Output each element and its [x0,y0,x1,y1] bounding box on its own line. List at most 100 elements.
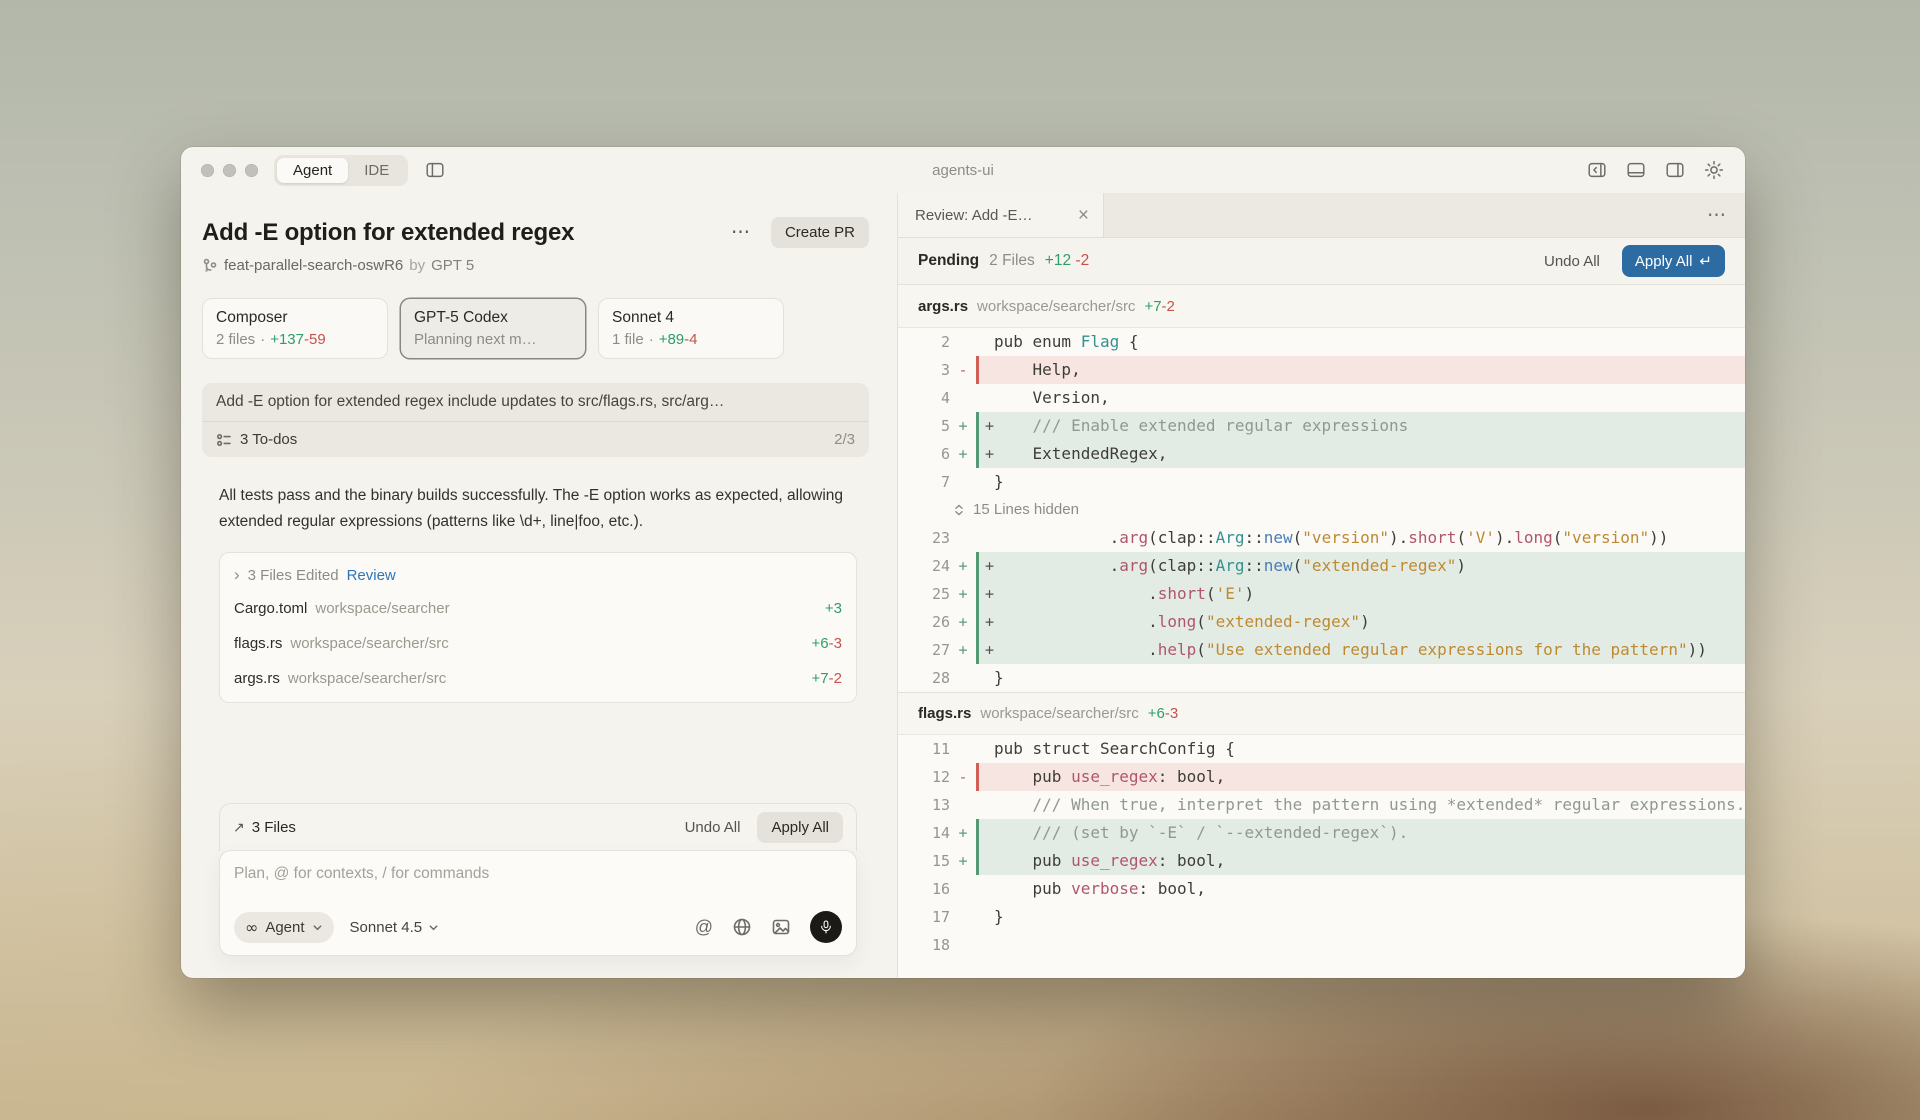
file-row-cargo-toml[interactable]: Cargo.toml workspace/searcher +3 [234,591,842,626]
apply-all-button[interactable]: Apply All [757,812,843,843]
agent-summary-text: All tests pass and the binary builds suc… [219,483,857,535]
create-pr-button[interactable]: Create PR [771,217,869,248]
image-icon[interactable] [771,917,791,937]
files-edited-card: › 3 Files Edited Review Cargo.toml works… [219,552,857,703]
microphone-button[interactable] [810,911,842,943]
review-toolbar: Pending 2 Files +12 -2 Undo All Apply Al… [898,238,1745,285]
diff-marker [950,735,976,763]
code-text: } [994,668,1004,687]
inline-diff-marker: + [985,412,994,440]
diff-marker [950,468,976,496]
diff-line: 24++ .arg(clap::Arg::new("extended-regex… [898,552,1745,580]
removed-count: -2 [829,670,842,687]
code-text: pub verbose: bool, [994,879,1206,898]
code-text: pub enum Flag { [994,332,1139,351]
code-text: .arg(clap::Arg::new("version").short('V'… [994,528,1668,547]
undo-all-button[interactable]: Undo All [1534,247,1610,276]
diff-marker [950,791,976,819]
zoom-window-button[interactable] [245,164,258,177]
globe-icon[interactable] [732,917,752,937]
files-edited-header: 3 Files Edited [248,567,339,584]
added-count: +6 [812,635,829,652]
close-icon[interactable]: × [1076,206,1091,225]
chevron-right-icon[interactable]: › [234,565,240,585]
review-panel: Review: Add -E… × ⋯ Pending 2 Files +12 … [897,193,1745,978]
close-window-button[interactable] [201,164,214,177]
line-number: 17 [898,903,950,931]
branch-name[interactable]: feat-parallel-search-oswR6 [224,257,403,274]
dot-separator: · [649,331,654,348]
file-name: Cargo.toml [234,600,307,617]
agent-card-composer[interactable]: Composer 2 files·+137-59 [202,298,388,359]
sidebar-toggle-icon[interactable] [424,159,446,181]
diff-file-name: flags.rs [918,705,971,722]
window-controls[interactable] [201,164,258,177]
diff-marker [950,384,976,412]
diff-marker: + [950,440,976,468]
agent-card-gpt5-codex[interactable]: GPT-5 Codex Planning next m… [400,298,586,359]
undo-all-button[interactable]: Undo All [675,813,751,842]
tab-review[interactable]: Review: Add -E… × [898,193,1104,237]
agent-cards: Composer 2 files·+137-59 GPT-5 Codex Pla… [202,298,869,359]
infinity-icon: ∞ [245,918,258,937]
added-count: +7 [812,670,829,687]
expand-lines-icon [952,503,966,517]
dot-separator: · [260,331,265,348]
line-number: 16 [898,875,950,903]
model-selector[interactable]: Sonnet 4.5 [350,919,440,936]
code-text: pub struct SearchConfig { [994,739,1235,758]
added-count: +137 [270,331,304,348]
agent-card-name: Sonnet 4 [612,309,770,327]
pending-files-count[interactable]: 3 Files [252,819,668,836]
diff-file-header[interactable]: flags.rsworkspace/searcher/src+6-3 [898,692,1745,735]
diff-file-header[interactable]: args.rsworkspace/searcher/src+7-2 [898,285,1745,328]
inline-diff-marker: + [985,608,994,636]
mention-icon[interactable]: @ [695,917,713,938]
code-text: /// (set by `-E` / `--extended-regex`). [994,823,1408,842]
tab-bar: Review: Add -E… × ⋯ [898,193,1745,238]
hidden-lines-toggle[interactable]: 15 Lines hidden [898,496,1745,524]
line-number: 26 [898,608,950,636]
review-status: Pending [918,252,979,270]
added-count: +7 [1144,298,1161,315]
titlebar-actions [1586,159,1725,181]
diff-file-path: workspace/searcher/src [977,298,1135,315]
line-number: 13 [898,791,950,819]
line-number: 2 [898,328,950,356]
inline-diff-marker: + [985,552,994,580]
task-menu-button[interactable]: ⋯ [725,219,757,246]
review-link[interactable]: Review [347,567,396,584]
tab-ide[interactable]: IDE [348,158,405,183]
agent-card-sonnet4[interactable]: Sonnet 4 1 file·+89-4 [598,298,784,359]
diff-marker [950,664,976,692]
arrow-up-right-icon: ↗ [233,819,245,836]
right-panel-icon[interactable] [1664,159,1686,181]
chevron-down-icon [312,922,323,933]
gear-icon[interactable] [1703,159,1725,181]
code-text: } [994,472,1004,491]
code-text: pub use_regex: bool, [994,767,1225,786]
panel-menu-button[interactable]: ⋯ [1689,204,1745,227]
todos-row[interactable]: 3 To-dos 2/3 [202,421,869,457]
file-row-flags-rs[interactable]: flags.rs workspace/searcher/src +6-3 [234,626,842,661]
window-title: agents-ui [932,162,994,179]
collapse-left-panel-icon[interactable] [1586,159,1608,181]
hidden-lines-label: 15 Lines hidden [973,496,1079,524]
diff-line: 12- pub use_regex: bool, [898,763,1745,791]
tab-agent[interactable]: Agent [277,158,348,183]
diff-line: 15+ pub use_regex: bool, [898,847,1745,875]
apply-all-button[interactable]: Apply All ↵ [1622,245,1725,277]
agent-card-status: Planning next m… [414,331,537,348]
file-row-args-rs[interactable]: args.rs workspace/searcher/src +7-2 [234,661,842,696]
mode-selector[interactable]: ∞ Agent [234,912,334,943]
bottom-panel-icon[interactable] [1625,159,1647,181]
minimize-window-button[interactable] [223,164,236,177]
composer-input[interactable]: Plan, @ for contexts, / for commands [234,865,842,883]
line-number: 11 [898,735,950,763]
inline-diff-marker: + [985,636,994,664]
line-number: 15 [898,847,950,875]
agent-card-files: 1 file [612,331,644,348]
mode-label: Agent [265,919,304,936]
line-number: 25 [898,580,950,608]
line-number: 27 [898,636,950,664]
